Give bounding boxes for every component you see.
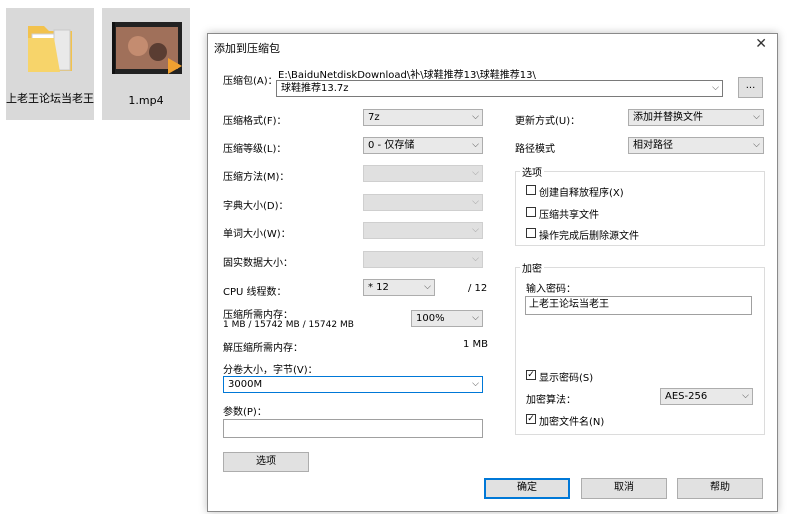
delete-checkbox[interactable]: [526, 228, 536, 238]
enc-names-label: 加密文件名(N): [539, 417, 605, 428]
chevron-down-icon: ⌵: [712, 83, 719, 93]
dict-label: 字典大小(D)：: [223, 201, 289, 212]
archive-label: 压缩包(A)：: [223, 76, 278, 87]
chevron-down-icon: ⌵: [753, 140, 760, 150]
chevron-down-icon: ⌵: [472, 197, 479, 207]
add-to-archive-dialog: 添加到压缩包 ✕ 压缩包(A)： E:\BaiduNetdiskDownload…: [207, 33, 778, 512]
cpu-label: CPU 线程数：: [223, 287, 287, 298]
password-label: 输入密码：: [526, 284, 576, 295]
show-password-checkbox[interactable]: ✓: [526, 370, 536, 380]
shared-checkbox[interactable]: [526, 207, 536, 217]
enc-method-label: 加密算法：: [526, 395, 576, 406]
split-combo[interactable]: 3000M ⌵: [223, 376, 483, 393]
update-select[interactable]: 添加并替换文件 ⌵: [628, 109, 764, 126]
solid-select: ⌵: [363, 251, 483, 268]
video-desktop-icon[interactable]: 1.mp4: [102, 8, 190, 120]
encrypt-group-title: 加密: [520, 260, 544, 275]
archive-name-value: 球鞋推荐13.7z: [281, 83, 349, 94]
cpu-total: / 12: [468, 283, 488, 294]
chevron-down-icon: ⌵: [472, 313, 479, 323]
sfx-checkbox[interactable]: [526, 185, 536, 195]
chevron-down-icon: ⌵: [472, 225, 479, 235]
split-value: 3000M: [228, 379, 263, 390]
video-thumbnail-icon: [112, 22, 182, 74]
video-label: 1.mp4: [128, 94, 164, 107]
path-mode-select[interactable]: 相对路径 ⌵: [628, 137, 764, 154]
path-mode-value: 相对路径: [633, 140, 673, 151]
chevron-down-icon: ⌵: [472, 112, 479, 122]
update-value: 添加并替换文件: [633, 112, 703, 123]
level-value: 0 - 仅存储: [368, 140, 415, 151]
path-mode-label: 路径模式: [515, 144, 555, 155]
level-label: 压缩等级(L)：: [223, 144, 287, 155]
mem-decomp-value: 1 MB: [463, 339, 489, 350]
format-label: 压缩格式(F)：: [223, 116, 287, 127]
dict-select: ⌵: [363, 194, 483, 211]
params-input[interactable]: [223, 419, 483, 438]
solid-label: 固实数据大小：: [223, 258, 293, 269]
word-select: ⌵: [363, 222, 483, 239]
mem-comp-detail: 1 MB / 15742 MB / 15742 MB: [223, 320, 354, 330]
mem-percent-select[interactable]: 100% ⌵: [411, 310, 483, 327]
archive-name-combo[interactable]: 球鞋推荐13.7z ⌵: [276, 80, 723, 97]
show-password-label: 显示密码(S): [539, 373, 594, 384]
mem-comp-label: 压缩所需内存：: [223, 310, 293, 321]
format-value: 7z: [368, 112, 380, 123]
mem-decomp-label: 解压缩所需内存：: [223, 343, 303, 354]
browse-button[interactable]: ...: [738, 77, 763, 98]
password-input[interactable]: 上老王论坛当老王: [525, 296, 752, 315]
update-label: 更新方式(U)：: [515, 116, 581, 127]
cpu-select[interactable]: * 12 ⌵: [363, 279, 435, 296]
method-select: ⌵: [363, 165, 483, 182]
chevron-down-icon: ⌵: [472, 140, 479, 150]
sfx-label: 创建自释放程序(X): [539, 188, 624, 199]
options-button[interactable]: 选项: [223, 452, 309, 472]
mem-percent-value: 100%: [416, 313, 445, 324]
word-label: 单词大小(W)：: [223, 229, 291, 240]
level-select[interactable]: 0 - 仅存储 ⌵: [363, 137, 483, 154]
chevron-down-icon: ⌵: [753, 112, 760, 122]
cpu-value: * 12: [368, 282, 389, 293]
cancel-button[interactable]: 取消: [581, 478, 667, 499]
ok-button[interactable]: 确定: [484, 478, 570, 499]
dialog-title: 添加到压缩包: [214, 42, 280, 55]
chevron-down-icon: ⌵: [472, 379, 479, 389]
options-group-title: 选项: [520, 164, 544, 179]
close-icon[interactable]: ✕: [755, 36, 767, 52]
method-label: 压缩方法(M)：: [223, 172, 290, 183]
enc-method-select[interactable]: AES-256 ⌵: [660, 388, 753, 405]
folder-icon: [28, 26, 72, 72]
folder-desktop-icon[interactable]: 上老王论坛当老王: [6, 8, 94, 120]
split-label: 分卷大小，字节(V)：: [223, 365, 318, 376]
chevron-down-icon: ⌵: [424, 282, 431, 292]
folder-label: 上老王论坛当老王: [6, 92, 94, 105]
shared-label: 压缩共享文件: [539, 210, 599, 221]
help-button[interactable]: 帮助: [677, 478, 763, 499]
params-label: 参数(P)：: [223, 407, 267, 418]
chevron-down-icon: ⌵: [472, 168, 479, 178]
format-select[interactable]: 7z ⌵: [363, 109, 483, 126]
chevron-down-icon: ⌵: [742, 391, 749, 401]
delete-label: 操作完成后删除源文件: [539, 231, 639, 242]
enc-method-value: AES-256: [665, 391, 708, 402]
chevron-down-icon: ⌵: [472, 254, 479, 264]
archive-path: E:\BaiduNetdiskDownload\补\球鞋推荐13\球鞋推荐13\: [278, 70, 536, 81]
enc-names-checkbox[interactable]: ✓: [526, 414, 536, 424]
